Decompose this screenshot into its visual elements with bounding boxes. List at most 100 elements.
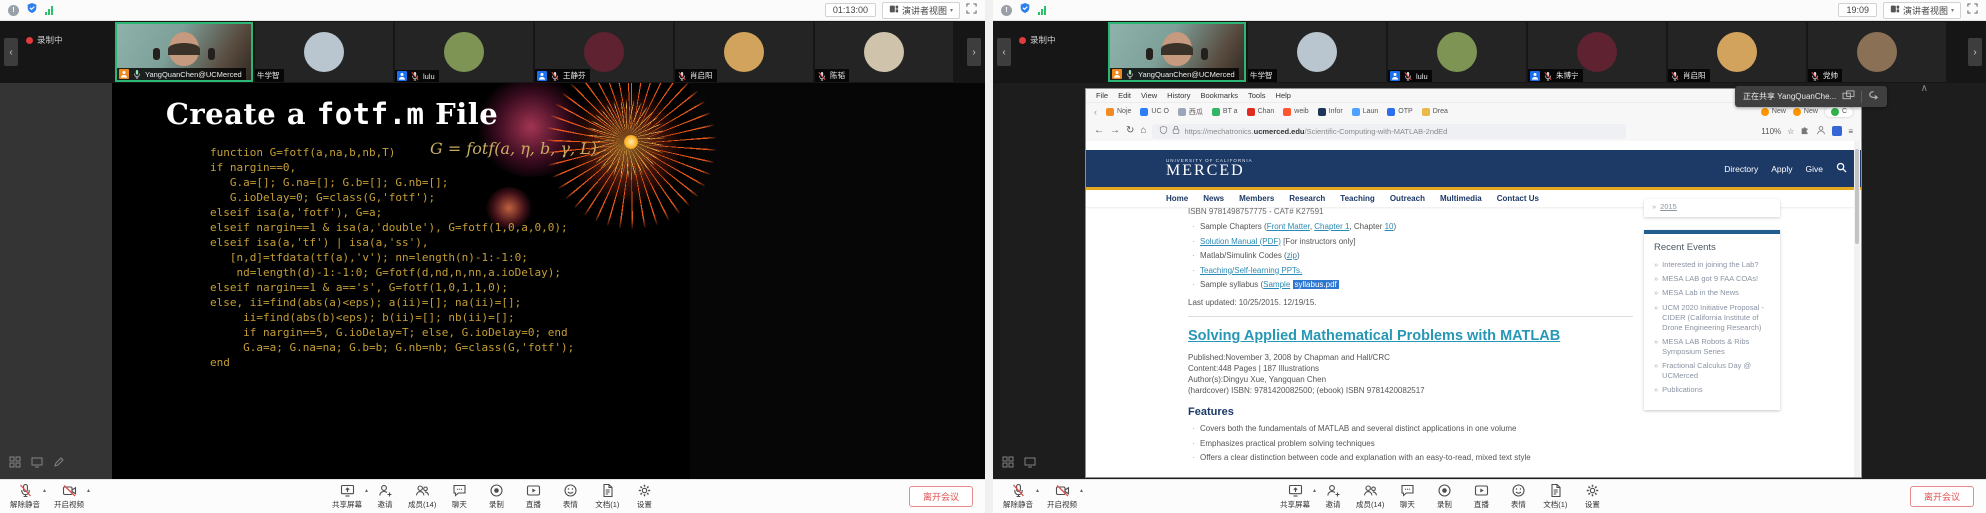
menu-help[interactable]: Help — [1276, 91, 1291, 100]
fullscreen-icon[interactable] — [1967, 1, 1978, 19]
event-link[interactable]: »MESA Lab in the News — [1654, 288, 1770, 298]
address-bar[interactable]: https://mechatronics.ucmerced.edu/Scient… — [1152, 124, 1626, 139]
participant-tile[interactable]: 牛学智 — [255, 22, 393, 82]
shield-icon[interactable] — [1159, 125, 1168, 137]
fullscreen-icon[interactable] — [966, 1, 977, 19]
link-solution-manual[interactable]: Solution Manual (PDF) — [1200, 237, 1281, 246]
record-button[interactable]: 录制 — [482, 483, 510, 510]
participant-tile[interactable]: lulu — [395, 22, 533, 82]
menu-edit[interactable]: Edit — [1118, 91, 1131, 100]
encryption-shield-icon[interactable] — [26, 1, 38, 19]
menu-file[interactable]: File — [1096, 91, 1108, 100]
view-mode-button[interactable]: 演讲者视图 ▾ — [1883, 2, 1961, 19]
start-video-button[interactable]: 开启视频 ▴ — [1047, 483, 1077, 510]
bookmark-item[interactable]: OTP — [1387, 108, 1412, 116]
live-stream-button[interactable]: 直播 — [519, 483, 547, 510]
network-signal-icon[interactable] — [45, 6, 53, 15]
lock-icon[interactable] — [1172, 125, 1180, 137]
event-link[interactable]: »Interested in joining the Lab? — [1654, 260, 1770, 270]
menu-hamburger-icon[interactable]: ≡ — [1848, 127, 1853, 136]
docs-button[interactable]: 文档(1) — [1541, 483, 1569, 510]
annotation-icon[interactable] — [53, 456, 65, 468]
home-icon[interactable]: ⌂ — [1140, 126, 1146, 136]
share-screen-button[interactable]: 共享屏幕 ▴ — [1280, 483, 1310, 510]
ucmerced-logo[interactable]: UNIVERSITY OF CALIFORNIA MERCED — [1166, 158, 1253, 179]
share-screen-button[interactable]: 共享屏幕 ▴ — [332, 483, 362, 510]
settings-button[interactable]: 设置 — [630, 483, 658, 510]
participant-tile[interactable]: 陈韬 — [815, 22, 953, 82]
encryption-shield-icon[interactable] — [1019, 1, 1031, 19]
view-mode-button[interactable]: 演讲者视图 ▾ — [882, 2, 960, 19]
meeting-info-icon[interactable]: ! — [8, 5, 19, 16]
bookmark-star-icon[interactable]: ☆ — [1787, 127, 1794, 136]
nav-members[interactable]: Members — [1239, 194, 1274, 203]
bookmark-item[interactable]: weib — [1283, 108, 1308, 116]
participant-tile-active-speaker[interactable]: YangQuanChen@UCMerced — [115, 22, 253, 82]
link-give[interactable]: Give — [1806, 164, 1823, 174]
browser-tab[interactable]: New — [1793, 108, 1818, 116]
reload-icon[interactable]: ↻ — [1126, 126, 1134, 136]
network-signal-icon[interactable] — [1038, 6, 1046, 15]
link-teaching-ppts[interactable]: Teaching/Self-learning PPTs. — [1200, 266, 1302, 275]
chevron-up-icon[interactable]: ▴ — [1036, 487, 1039, 494]
link-apply[interactable]: Apply — [1771, 164, 1792, 174]
layout-grid-icon[interactable] — [9, 456, 21, 468]
chat-button[interactable]: 聊天 — [1393, 483, 1421, 510]
filmstrip-collapse-button[interactable]: ‹ — [4, 38, 18, 66]
return-arrow-icon[interactable] — [1868, 90, 1879, 103]
link-front-matter[interactable]: Front Matter — [1267, 222, 1310, 231]
bookmark-item[interactable]: Noje — [1106, 108, 1131, 116]
participant-tile[interactable]: 王静芬 — [535, 22, 673, 82]
participant-tile-active-speaker[interactable]: YangQuanChen@UCMerced — [1108, 22, 1246, 82]
bookmark-item[interactable]: BT a — [1212, 108, 1238, 116]
participant-tile[interactable]: 党帅 — [1808, 22, 1946, 82]
leave-meeting-button[interactable]: 离开会议 — [909, 486, 973, 507]
browser-tab-active[interactable]: C — [1825, 107, 1853, 117]
participant-tile[interactable]: 肖启阳 — [675, 22, 813, 82]
meeting-info-icon[interactable]: ! — [1001, 5, 1012, 16]
back-icon[interactable]: ← — [1094, 126, 1104, 136]
forward-icon[interactable]: → — [1110, 126, 1120, 136]
members-button[interactable]: 成员(14) — [408, 483, 436, 510]
scrollbar-thumb[interactable] — [1855, 149, 1859, 244]
whiteboard-icon[interactable] — [31, 456, 43, 468]
browser-tab[interactable]: New — [1761, 108, 1786, 116]
unmute-button[interactable]: 解除静音 ▴ — [10, 483, 40, 510]
bookmark-item[interactable]: Chan — [1247, 108, 1275, 116]
page-scrollbar[interactable] — [1854, 141, 1860, 477]
event-link[interactable]: »Fractional Calculus Day @ UCMerced — [1654, 361, 1770, 381]
record-button[interactable]: 录制 — [1430, 483, 1458, 510]
menu-bookmarks[interactable]: Bookmarks — [1201, 91, 1239, 100]
zoom-level[interactable]: 110% — [1761, 127, 1781, 136]
chevron-up-icon[interactable]: ▴ — [1080, 487, 1083, 494]
nav-news[interactable]: News — [1203, 194, 1224, 203]
docs-button[interactable]: 文档(1) — [593, 483, 621, 510]
emoji-button[interactable]: 表情 — [1504, 483, 1532, 510]
link-chapter-1[interactable]: Chapter 1 — [1314, 222, 1349, 231]
event-link[interactable]: »MESA LAB Robots & Ribs Symposium Series — [1654, 337, 1770, 357]
link-year[interactable]: 2015 — [1660, 202, 1677, 212]
filmstrip-next-button[interactable]: › — [967, 38, 981, 66]
bookmark-item[interactable]: Infor — [1318, 108, 1343, 116]
chevron-up-icon[interactable]: ▴ — [365, 487, 368, 494]
layout-grid-icon[interactable] — [1002, 456, 1014, 468]
search-icon[interactable] — [1836, 162, 1847, 175]
nav-multimedia[interactable]: Multimedia — [1440, 194, 1482, 203]
bookmark-item[interactable]: 西瓜 — [1178, 107, 1203, 117]
chevron-up-icon[interactable]: ▴ — [1313, 487, 1316, 494]
filmstrip-next-button[interactable]: › — [1968, 38, 1982, 66]
extension-puzzle-icon[interactable] — [1800, 125, 1810, 137]
participant-tile[interactable]: 牛学智 — [1248, 22, 1386, 82]
emoji-button[interactable]: 表情 — [556, 483, 584, 510]
extension-icon-blue[interactable] — [1832, 126, 1842, 136]
link-directory[interactable]: Directory — [1724, 164, 1758, 174]
profile-icon[interactable] — [1816, 125, 1826, 137]
members-button[interactable]: 成员(14) — [1356, 483, 1384, 510]
nav-outreach[interactable]: Outreach — [1390, 194, 1425, 203]
settings-button[interactable]: 设置 — [1578, 483, 1606, 510]
participant-tile[interactable]: 朱博宁 — [1528, 22, 1666, 82]
menu-tools[interactable]: Tools — [1248, 91, 1266, 100]
chevron-up-icon[interactable]: ▴ — [43, 487, 46, 494]
link-zip[interactable]: zip — [1287, 251, 1297, 260]
leave-meeting-button[interactable]: 离开会议 — [1910, 486, 1974, 507]
